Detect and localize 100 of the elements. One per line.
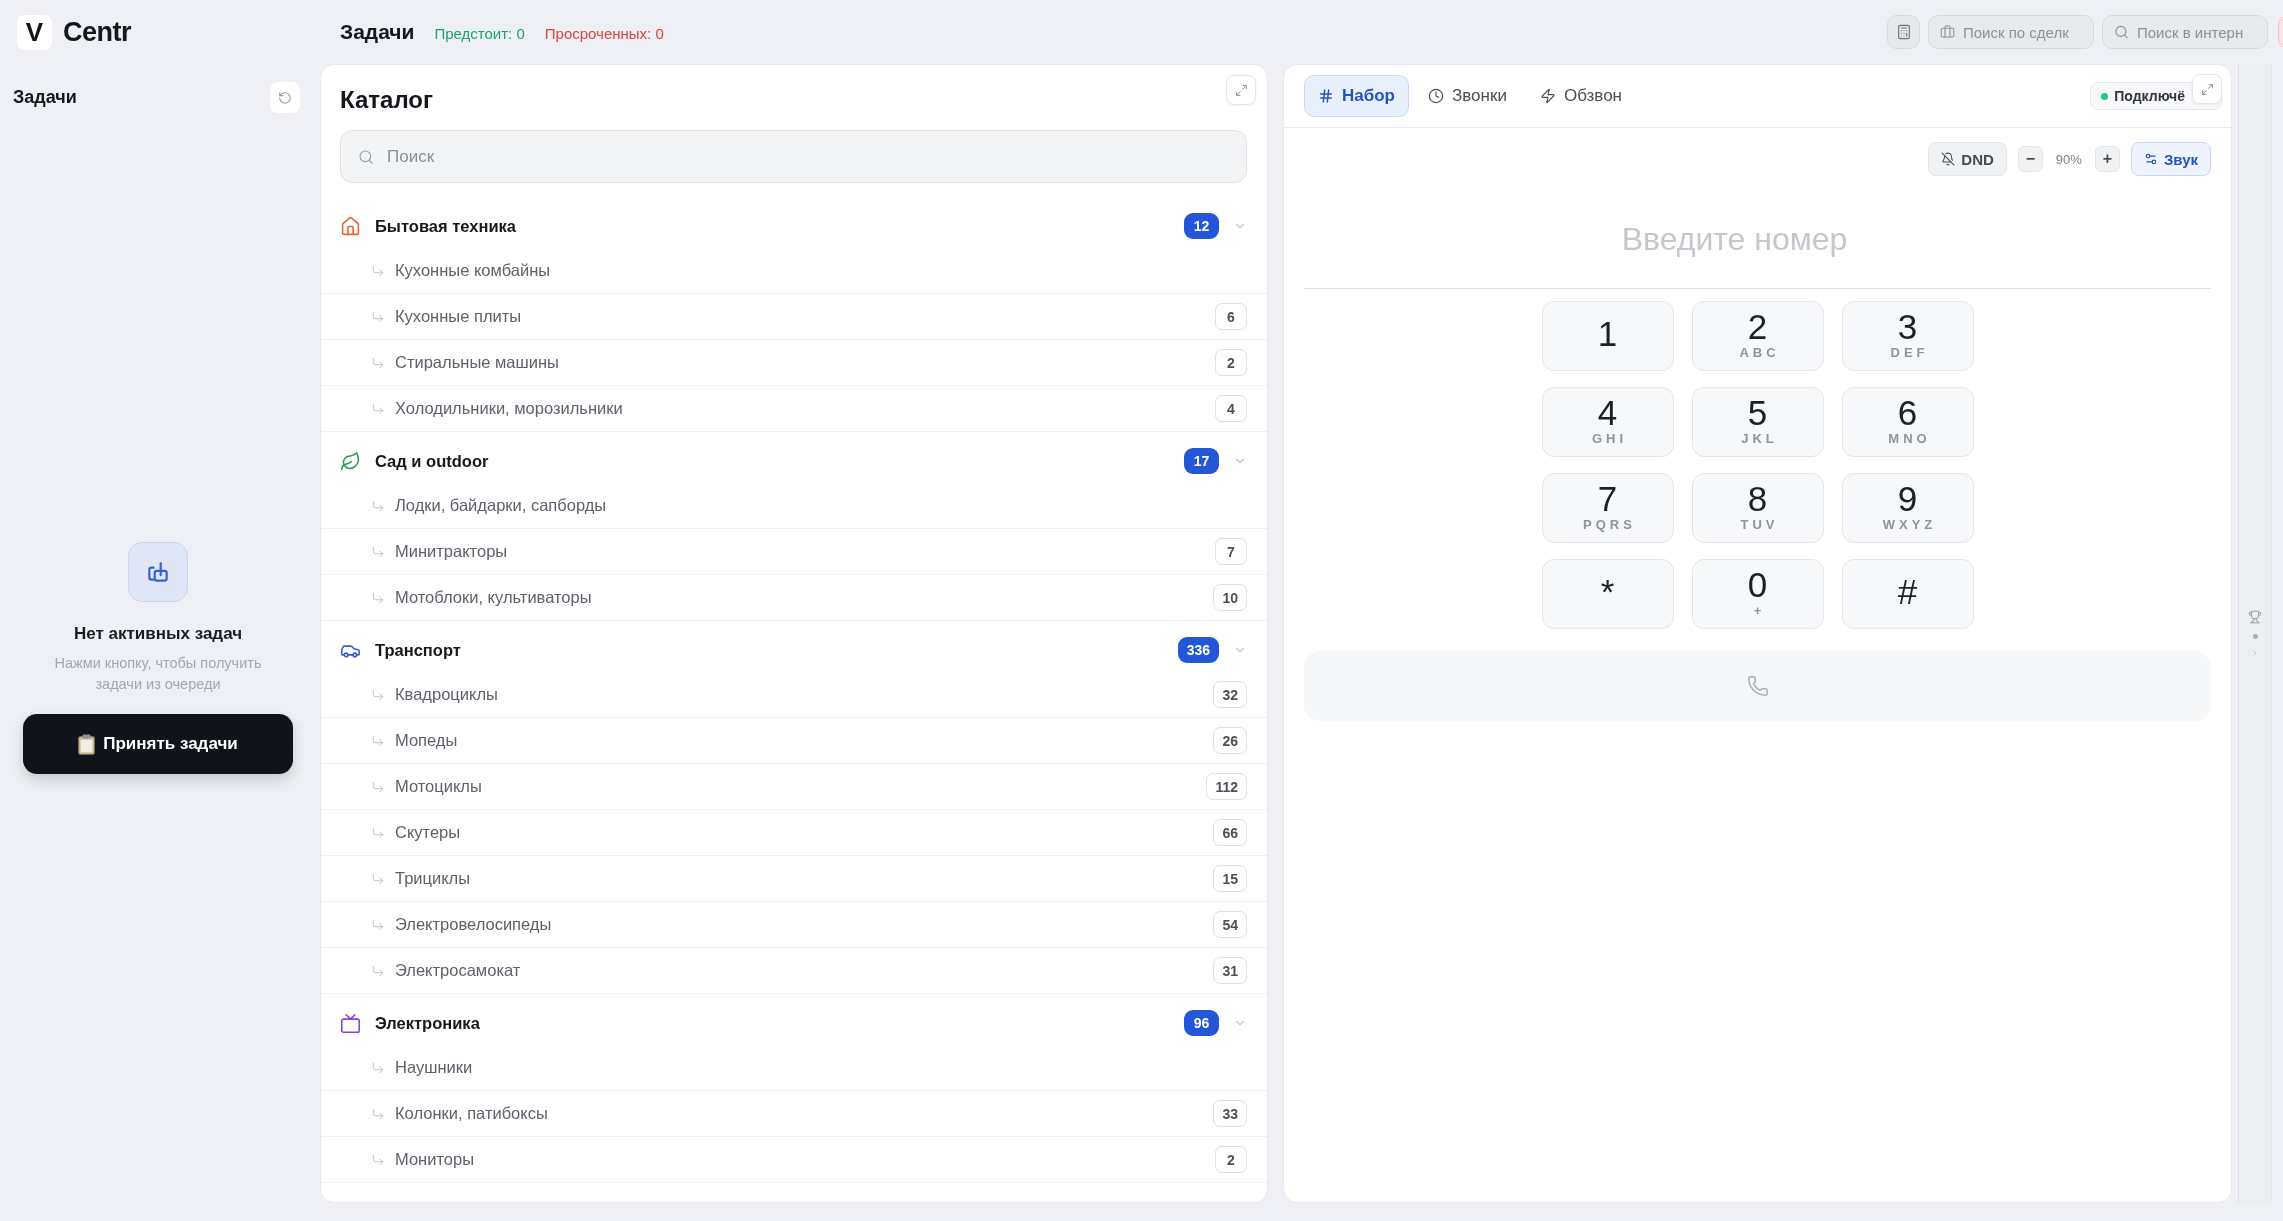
refresh-icon	[278, 90, 292, 105]
keypad-key[interactable]: 2 ABC	[1691, 301, 1824, 371]
logo-mark: V	[17, 14, 52, 50]
sound-button[interactable]: Звук	[2130, 142, 2211, 176]
corner-arrow-icon	[371, 1152, 385, 1167]
subcategory-name[interactable]: Электровелосипеды	[395, 915, 1204, 934]
calculator-button[interactable]	[1887, 15, 1920, 49]
overdue-count: Просроченных: 0	[544, 25, 664, 42]
corner-arrow-icon	[371, 733, 385, 748]
hash-icon	[1318, 88, 1334, 104]
expand-icon	[1234, 83, 1248, 97]
app-name: Centr	[63, 16, 131, 48]
item-count: 10	[1213, 584, 1247, 611]
subcategory-name[interactable]: Квадроциклы	[395, 685, 1204, 704]
keypad-key[interactable]: 7 PQRS	[1541, 473, 1674, 543]
upcoming-count: Предстоит: 0	[434, 25, 525, 42]
item-count: 15	[1213, 865, 1247, 892]
corner-arrow-icon	[371, 355, 385, 370]
category-count: 96	[1184, 1010, 1219, 1036]
subcategory-name[interactable]: Электросамокат	[395, 961, 1204, 980]
accept-tasks-button[interactable]: Принять задачи	[23, 714, 293, 774]
corner-arrow-icon	[371, 544, 385, 559]
subcategory-name[interactable]: Кухонные плиты	[395, 307, 1205, 326]
dot-icon[interactable]	[2252, 634, 2258, 639]
search-field[interactable]: Поиск	[340, 130, 1247, 183]
corner-arrow-icon	[371, 498, 385, 513]
chevron-right-icon[interactable]	[2251, 649, 2259, 657]
sidebar-title: Задачи	[13, 87, 77, 108]
tab[interactable]: Звонки	[1414, 75, 1521, 117]
item-count: 2	[1215, 349, 1247, 376]
item-count: 6	[1215, 303, 1247, 330]
category-name[interactable]: Бытовая техника	[375, 216, 1170, 236]
subcategory-name[interactable]: Стиральные машины	[395, 353, 1205, 372]
increase-button[interactable]: +	[2094, 146, 2120, 172]
corner-arrow-icon	[371, 687, 385, 702]
item-count: 112	[1206, 773, 1247, 800]
web-search-field[interactable]: Поиск в интерн	[2102, 15, 2268, 49]
dnd-button[interactable]: DND	[1928, 142, 2007, 176]
subcategory-name[interactable]: Мотоблоки, культиваторы	[395, 588, 1204, 607]
expand-button[interactable]	[2192, 74, 2222, 104]
corner-arrow-icon	[371, 401, 385, 416]
item-count: 31	[1213, 957, 1247, 984]
keypad-key[interactable]: 8 TUV	[1691, 473, 1824, 543]
subcategory-name[interactable]: Скутеры	[395, 823, 1204, 842]
calculator-icon	[1895, 24, 1912, 40]
item-count: 26	[1213, 727, 1247, 754]
category-name[interactable]: Электроника	[375, 1013, 1170, 1033]
item-count: 32	[1213, 681, 1247, 708]
keypad-key[interactable]: *	[1541, 559, 1674, 629]
clock-icon	[1428, 88, 1444, 104]
subcategory-name[interactable]: Колонки, патибоксы	[395, 1104, 1204, 1123]
category-name[interactable]: Транспорт	[375, 640, 1164, 660]
volume-level: 90%	[2055, 151, 2082, 167]
decrease-button[interactable]: −	[2017, 146, 2043, 172]
item-count: 7	[1215, 538, 1247, 565]
phone-icon	[1746, 675, 1769, 697]
keypad-key[interactable]: 4 GHI	[1541, 387, 1674, 457]
phone-number-field[interactable]: Введите номер	[1304, 191, 2211, 289]
empty-state-text: Нажми кнопку, чтобы получить задачи из очереди	[53, 654, 263, 694]
corner-arrow-icon	[371, 263, 385, 278]
subcategory-name[interactable]: Минитракторы	[395, 542, 1205, 561]
keypad-key[interactable]: 6 MNO	[1841, 387, 1974, 457]
subcategory-name[interactable]: Наушники	[395, 1058, 1247, 1077]
keypad-key[interactable]: 5 JKL	[1691, 387, 1824, 457]
search-icon	[358, 148, 374, 165]
corner-arrow-icon	[371, 871, 385, 886]
trophy-icon[interactable]	[2248, 610, 2262, 624]
refresh-button[interactable]	[270, 82, 300, 113]
keypad-key[interactable]: 1	[1541, 301, 1674, 371]
keypad-key[interactable]: #	[1841, 559, 1974, 629]
subcategory-name[interactable]: Лодки, байдарки, сапборды	[395, 496, 1247, 515]
bell-off-icon	[1941, 152, 1956, 166]
corner-arrow-icon	[371, 590, 385, 605]
briefcase-icon	[1940, 24, 1955, 40]
subcategory-name[interactable]: Холодильники, морозильники	[395, 399, 1205, 418]
corner-arrow-icon	[371, 917, 385, 932]
deal-search-field[interactable]: Поиск по сделк	[1928, 15, 2094, 49]
category-count: 12	[1184, 213, 1219, 239]
subcategory-name[interactable]: Мотоциклы	[395, 777, 1197, 796]
catalog-title: Каталог	[340, 86, 433, 114]
page-title: Задачи	[340, 20, 415, 44]
tab[interactable]: Обзвон	[1525, 75, 1636, 117]
item-count: 4	[1215, 395, 1247, 422]
lightning-icon	[1539, 88, 1556, 104]
keypad-key[interactable]: 9 WXYZ	[1841, 473, 1974, 543]
corner-arrow-icon	[371, 1106, 385, 1121]
expand-button[interactable]	[1226, 75, 1256, 105]
corner-arrow-icon	[371, 779, 385, 794]
keypad-key[interactable]: 3 DEF	[1841, 301, 1974, 371]
empty-state-title: Нет активных задач	[73, 623, 243, 645]
subcategory-name[interactable]: Мопеды	[395, 731, 1204, 750]
subcategory-name[interactable]: Кухонные комбайны	[395, 261, 1247, 280]
subcategory-name[interactable]: Мониторы	[395, 1150, 1205, 1169]
corner-arrow-icon	[371, 309, 385, 324]
expand-icon	[2200, 82, 2214, 96]
category-name[interactable]: Сад и outdoor	[375, 451, 1170, 471]
subcategory-name[interactable]: Трициклы	[395, 869, 1204, 888]
tab[interactable]: Набор	[1304, 75, 1409, 117]
corner-arrow-icon	[371, 1060, 385, 1075]
keypad-key[interactable]: 0 +	[1691, 559, 1824, 629]
